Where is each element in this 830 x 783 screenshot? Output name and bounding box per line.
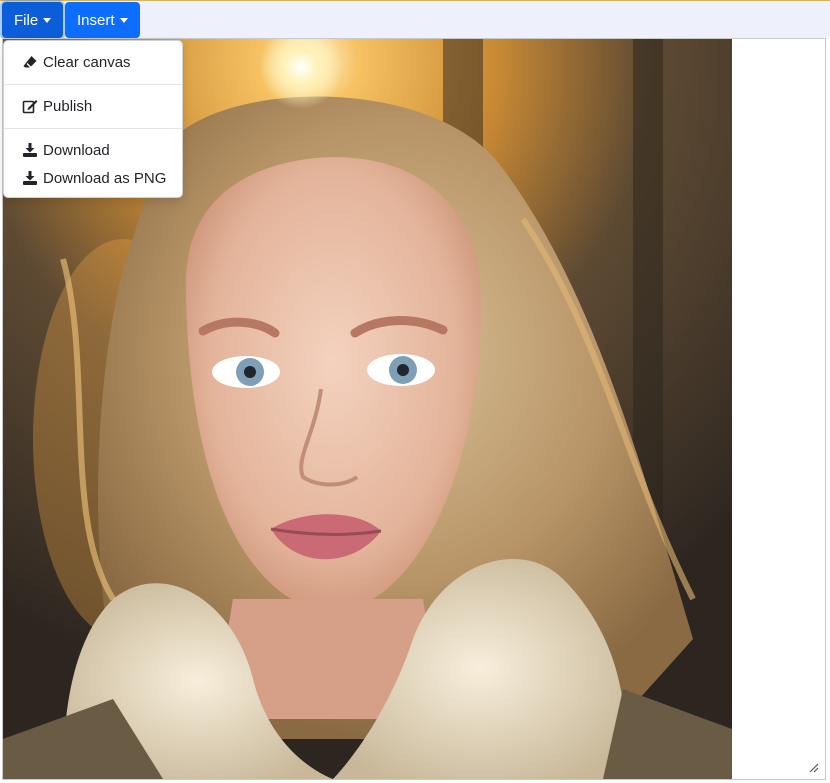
menu-item-label: Download as PNG — [43, 169, 167, 187]
menu-divider — [4, 84, 182, 85]
menu-item-label: Clear canvas — [43, 53, 131, 71]
menu-item-label: Publish — [43, 97, 93, 115]
insert-menu-button[interactable]: Insert — [65, 2, 140, 38]
menu-item-clear-canvas[interactable]: Clear canvas — [4, 49, 182, 75]
menu-bar: File Insert — [0, 0, 830, 38]
edit-icon — [22, 100, 38, 114]
insert-menu-label: Insert — [77, 11, 115, 29]
menu-item-download[interactable]: Download — [4, 137, 182, 163]
caret-down-icon — [119, 17, 128, 23]
file-dropdown-menu: Clear canvas Publish Download Download a… — [3, 40, 183, 198]
caret-down-icon — [43, 17, 52, 23]
download-icon — [23, 171, 37, 185]
menu-item-label: Download — [43, 141, 110, 159]
file-menu-label: File — [14, 11, 39, 29]
menu-divider — [4, 128, 182, 129]
menu-item-publish[interactable]: Publish — [4, 93, 182, 119]
eraser-icon — [23, 56, 37, 68]
menu-item-download-png[interactable]: Download as PNG — [4, 165, 182, 191]
file-menu-button[interactable]: File — [2, 2, 64, 38]
resize-grip-icon[interactable] — [807, 761, 819, 773]
download-icon — [23, 143, 37, 157]
